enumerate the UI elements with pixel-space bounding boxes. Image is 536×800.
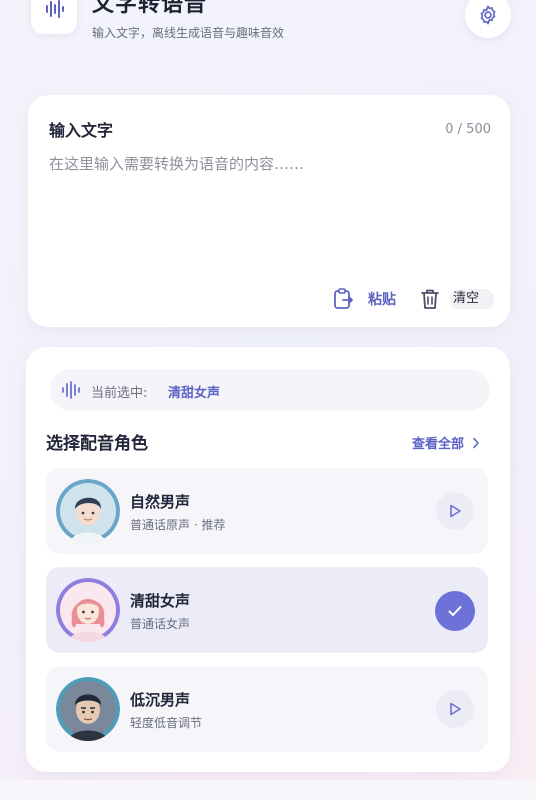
sound-wave-icon [62,381,80,399]
voice-desc: 轻度低音调节 [130,716,203,730]
current-voice-value: 清甜女声 [168,386,221,401]
selected-check-button[interactable] [435,591,475,631]
voice-item-natural-male[interactable]: 自然男声 普通话原声 · 推荐 [46,468,488,554]
voice-desc: 普通话原声 · 推荐 [130,518,226,532]
view-all-label: 查看全部 [412,437,465,452]
current-voice-label: 当前选中: [91,386,148,401]
avatar [56,578,120,642]
voice-name: 清甜女声 [130,592,191,610]
current-voice-bar: 当前选中: 清甜女声 [50,369,490,411]
play-preview-button[interactable] [436,690,474,728]
settings-button[interactable] [465,0,511,38]
voice-selection-panel: 当前选中: 清甜女声 选择配音角色 查看全部 自然男声 普通话原声 · 推荐 清… [26,347,510,772]
text-input[interactable] [49,153,489,273]
voice-name: 自然男声 [130,493,191,511]
app-logo [31,0,77,34]
avatar [56,677,120,741]
play-icon [450,504,461,518]
paste-button[interactable]: 粘贴 [332,286,396,312]
char-counter: 0 / 500 [445,122,491,137]
check-icon [448,606,462,616]
app-header: 文字转语音 输入文字，离线生成语音与趣味音效 [0,0,536,80]
gear-icon [480,5,496,25]
play-preview-button[interactable] [436,492,474,530]
trash-icon [421,289,439,309]
bottom-strip [0,780,536,800]
paste-label: 粘贴 [368,292,396,308]
clear-label: 清空 [450,289,494,309]
voice-name: 低沉男声 [130,691,191,709]
voice-item-sweet-female[interactable]: 清甜女声 普通话女声 [46,567,488,653]
clear-button[interactable]: 清空 [420,286,494,312]
input-label: 输入文字 [49,121,114,140]
clipboard-icon [334,288,353,309]
waveform-icon [46,0,64,18]
page-subtitle: 输入文字，离线生成语音与趣味音效 [92,26,285,40]
section-title: 选择配音角色 [46,434,148,454]
play-icon [450,702,461,716]
avatar [56,479,120,543]
view-all-link[interactable]: 查看全部 [412,433,480,452]
text-input-card: 输入文字 0 / 500 粘贴 清空 [28,95,510,327]
voice-item-deep-male[interactable]: 低沉男声 轻度低音调节 [46,666,488,752]
page-title: 文字转语音 [92,0,208,17]
voice-desc: 普通话女声 [130,617,191,631]
chevron-right-icon [473,437,479,448]
